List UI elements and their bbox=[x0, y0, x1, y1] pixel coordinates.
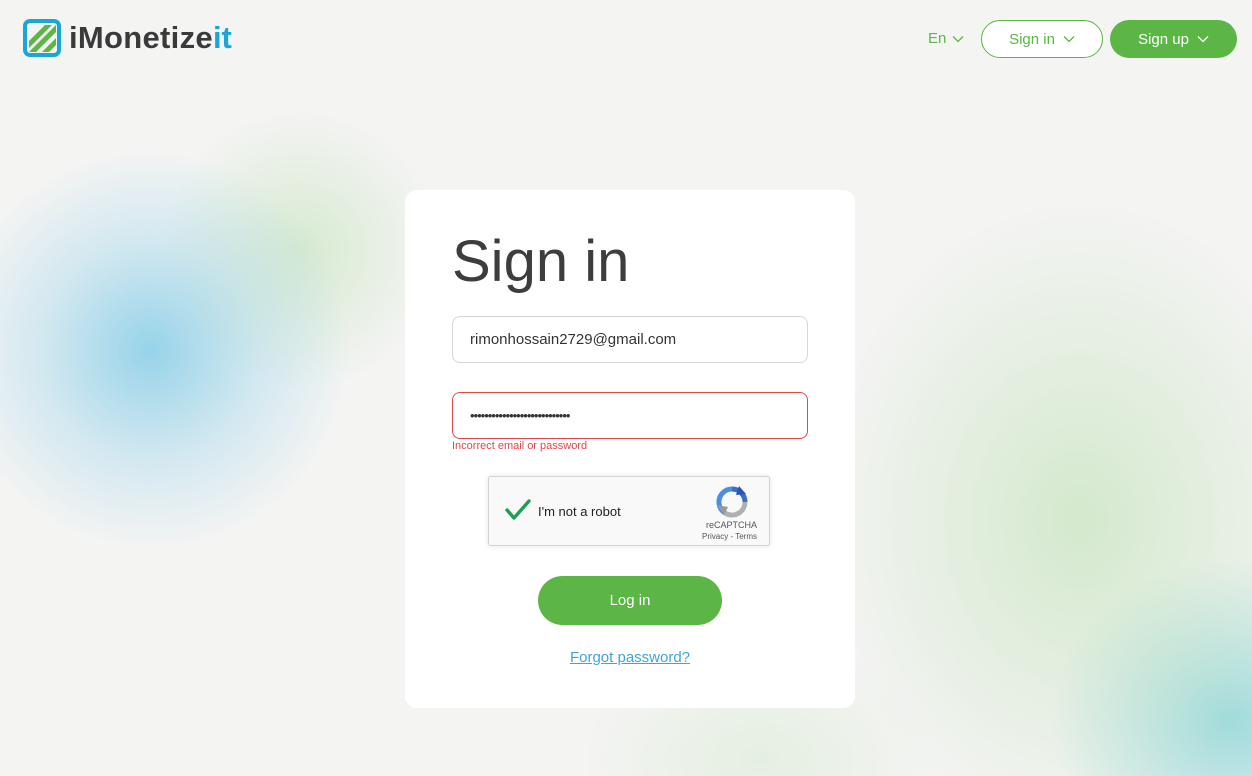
error-message: Incorrect email or password bbox=[452, 440, 588, 452]
chevron-down-icon bbox=[1197, 36, 1209, 43]
recaptcha-brand: reCAPTCHA bbox=[705, 520, 757, 530]
recaptcha-links[interactable]: Privacy - Terms bbox=[702, 532, 757, 541]
forgot-password-link[interactable]: Forgot password? bbox=[405, 649, 855, 666]
password-field-wrapper bbox=[452, 392, 808, 439]
logo-mark-icon bbox=[23, 19, 61, 57]
language-selector[interactable]: En bbox=[928, 30, 964, 47]
header-signin-label: Sign in bbox=[1009, 30, 1055, 48]
email-field[interactable] bbox=[453, 317, 807, 362]
page-title: Sign in bbox=[452, 229, 630, 294]
chevron-down-icon bbox=[952, 35, 964, 42]
language-label: En bbox=[928, 30, 947, 47]
header-signup-label: Sign up bbox=[1138, 30, 1189, 48]
email-field-wrapper bbox=[452, 316, 808, 363]
recaptcha-label: I'm not a robot bbox=[538, 504, 621, 519]
chevron-down-icon bbox=[1063, 36, 1075, 43]
checkmark-icon[interactable] bbox=[503, 495, 533, 525]
password-field[interactable] bbox=[453, 393, 807, 438]
header: iMonetize it En Sign in Sign up bbox=[0, 0, 1252, 80]
logo-text: iMonetize bbox=[69, 20, 213, 55]
recaptcha-widget: I'm not a robot reCAPTCHA Privacy - Term… bbox=[488, 476, 770, 546]
logo-accent-text: it bbox=[212, 20, 232, 55]
signin-card: Sign in Incorrect email or password I'm … bbox=[405, 190, 855, 708]
login-button[interactable]: Log in bbox=[538, 576, 722, 625]
logo[interactable]: iMonetize it bbox=[23, 19, 232, 57]
header-signin-button[interactable]: Sign in bbox=[981, 20, 1103, 58]
header-signup-button[interactable]: Sign up bbox=[1110, 20, 1237, 58]
recaptcha-icon bbox=[716, 486, 748, 518]
